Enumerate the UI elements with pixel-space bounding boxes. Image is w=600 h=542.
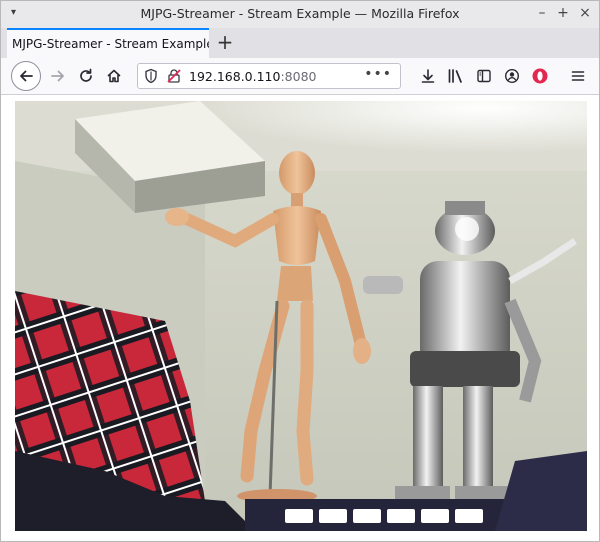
opera-red-icon <box>532 68 548 84</box>
window-title: MJPG-Streamer - Stream Example — Mozilla… <box>140 6 460 21</box>
sidebar-button[interactable] <box>471 63 497 89</box>
library-icon <box>448 69 462 83</box>
title-bar: ▾ MJPG-Streamer - Stream Example — Mozil… <box>1 1 599 28</box>
reload-icon <box>80 68 92 82</box>
home-button[interactable] <box>101 63 127 89</box>
address-bar[interactable]: 192.168.0.110:8080 ••• <box>137 63 401 89</box>
url-text[interactable]: 192.168.0.110:8080 <box>189 69 316 84</box>
stream-image <box>15 101 587 531</box>
tracking-protection-shield-icon[interactable] <box>144 68 158 84</box>
new-tab-button[interactable]: + <box>214 31 236 53</box>
back-arrow-icon <box>20 70 33 82</box>
download-icon <box>421 69 435 83</box>
minimize-button[interactable]: – <box>534 5 550 21</box>
url-port: :8080 <box>280 69 317 84</box>
account-icon <box>504 68 520 84</box>
maximize-button[interactable]: + <box>555 5 571 21</box>
hamburger-menu-icon <box>571 71 585 81</box>
downloads-button[interactable] <box>415 63 441 89</box>
account-button[interactable] <box>499 63 525 89</box>
stream-frame-illustration <box>15 101 587 531</box>
back-button[interactable] <box>11 61 41 91</box>
tab-strip: MJPG-Streamer - Stream Example + <box>1 28 599 58</box>
reload-button[interactable] <box>73 63 99 89</box>
page-content <box>1 95 599 541</box>
navigation-toolbar: 192.168.0.110:8080 ••• <box>1 58 599 95</box>
insecure-connection-icon[interactable] <box>166 68 182 84</box>
page-actions-menu-button[interactable]: ••• <box>364 66 392 82</box>
library-button[interactable] <box>443 63 469 89</box>
url-host: 192.168.0.110 <box>189 69 281 84</box>
tab-label: MJPG-Streamer - Stream Example <box>12 37 209 51</box>
sidebar-icon <box>477 69 491 83</box>
forward-arrow-icon <box>51 70 64 82</box>
browser-window: ▾ MJPG-Streamer - Stream Example — Mozil… <box>0 0 600 542</box>
forward-button[interactable] <box>45 63 71 89</box>
tab-mjpg-streamer[interactable]: MJPG-Streamer - Stream Example <box>7 28 209 58</box>
close-window-button[interactable]: × <box>577 5 593 21</box>
opera-extension-button[interactable] <box>527 63 553 89</box>
home-icon <box>107 69 121 83</box>
app-menu-button[interactable] <box>565 63 591 89</box>
